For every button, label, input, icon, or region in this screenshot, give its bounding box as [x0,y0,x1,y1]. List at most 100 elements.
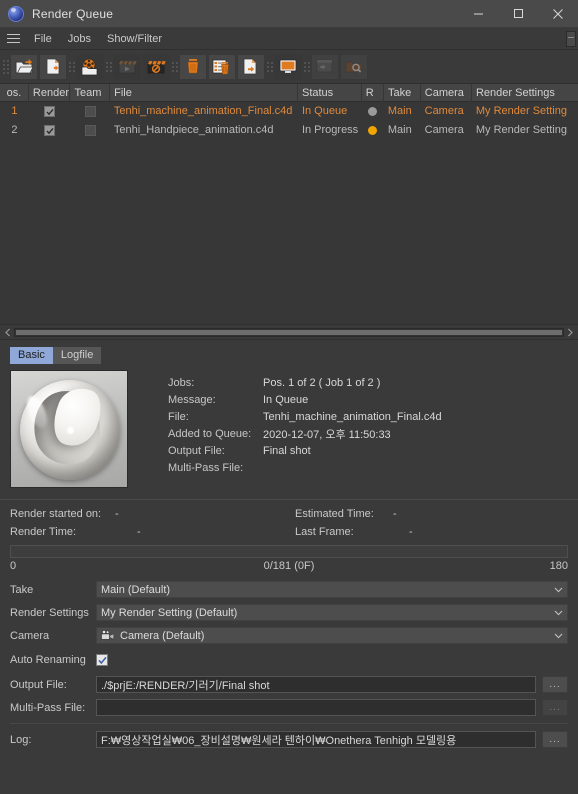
delete-job-button[interactable] [179,53,207,80]
render-status-row-1: Render started on: - Estimated Time: - [10,505,568,523]
render-settings-dropdown[interactable]: My Render Setting (Default) [96,604,568,621]
column-header-render-settings[interactable]: Render Settings [472,84,578,102]
column-header-camera[interactable]: Camera [421,83,472,102]
render-checkbox[interactable] [44,125,56,136]
maximize-button[interactable] [498,0,538,28]
take-dropdown[interactable]: Main (Default) [96,581,568,598]
control-camera: Camera (Default) [96,627,568,644]
horizontal-scrollbar[interactable] [0,324,578,340]
job-table-header: os. Render Team File Status R Take Camer… [0,83,578,102]
render-progress-bar [10,545,568,558]
table-row[interactable]: 2 Tenhi_Handpiece_animation.c4d In Progr… [0,121,578,140]
label-last-frame: Last Frame: [295,526,354,538]
render-queue-window: Render Queue File Jobs Show/Filter os. R… [0,0,578,794]
control-take: Main (Default) [96,581,568,598]
tab-logfile[interactable]: Logfile [52,347,102,364]
team-checkbox[interactable] [84,125,96,136]
job-table-body: 1 Tenhi_machine_animation_Final.c4d In Q… [0,102,578,324]
multipass-file-input[interactable] [96,699,536,716]
meta-value-jobs: Pos. 1 of 2 ( Job 1 of 2 ) [263,376,381,389]
camera-dropdown[interactable]: Camera (Default) [96,627,568,644]
log-browse-button[interactable]: ... [542,731,568,748]
load-batch-render-button[interactable] [76,53,104,80]
cell-status-dot [362,121,384,140]
table-row[interactable]: 1 Tenhi_machine_animation_Final.c4d In Q… [0,102,578,121]
control-log: F:₩영상작업실₩06_장비설명₩원세라 텐하이₩Onethera Tenhig… [96,731,568,748]
menu-item-show-filter[interactable]: Show/Filter [99,28,170,50]
open-job-button[interactable] [10,53,38,80]
progress-end-frame: 180 [549,560,568,572]
scrollbar-track[interactable] [14,327,564,337]
menu-icon[interactable] [0,28,26,50]
chevron-down-icon [554,610,563,616]
meta-row-file: File: Tenhi_machine_animation_Final.c4d [168,408,442,425]
detail-tabs: Basic Logfile [0,340,578,364]
column-header-status[interactable]: Status [298,83,362,102]
cell-status: In Progress [301,124,359,136]
value-last-frame: - [409,526,413,538]
cell-team-checkbox[interactable] [70,121,110,140]
thumbnail-specular [67,427,74,434]
meta-value-added-to-queue: 2020-12-07, 오후 11:50:33 [263,428,391,441]
show-render-window-button[interactable] [274,53,302,80]
export-job-button[interactable] [237,53,265,80]
column-header-take[interactable]: Take [384,83,421,102]
column-header-pos[interactable]: os. [0,83,29,102]
take-value: Main (Default) [101,583,171,596]
render-checkbox[interactable] [44,106,56,117]
add-job-button[interactable] [39,53,67,80]
meta-row-output-file: Output File: Final shot [168,442,442,459]
label-camera: Camera [10,629,50,642]
label-log: Log: [10,733,32,746]
toolbar-grip-5[interactable] [266,55,274,79]
output-file-input[interactable]: ./$prjE:/RENDER/기러기/Final shot [96,676,536,693]
start-rendering-button[interactable] [113,53,141,80]
tab-basic[interactable]: Basic [10,347,53,364]
control-multipass-file: ... [96,699,568,716]
output-file-browse-button[interactable]: ... [542,676,568,693]
toolbar-grip-6[interactable] [303,55,311,79]
form-row-render-settings: Render Settings My Render Setting (Defau… [0,601,578,624]
cell-render-checkbox[interactable] [29,102,70,121]
scroll-right-arrow[interactable] [564,325,576,339]
toolbar-grip-3[interactable] [105,55,113,79]
close-button[interactable] [538,0,578,28]
column-header-team[interactable]: Team [70,83,111,102]
toolbar-grip-2[interactable] [68,55,76,79]
cell-take: Main [387,124,412,136]
control-auto-renaming [96,654,108,666]
open-render-output-button[interactable] [311,53,339,80]
cell-team-checkbox[interactable] [70,102,110,121]
menu-overflow-handle[interactable] [566,31,576,47]
menu-item-jobs[interactable]: Jobs [60,28,99,50]
cell-render-checkbox[interactable] [29,121,70,140]
inspect-render-button[interactable] [340,53,368,80]
value-render-started-on: - [115,508,119,520]
column-header-file[interactable]: File [110,83,298,102]
team-checkbox[interactable] [84,106,96,117]
clear-finished-button[interactable] [208,53,236,80]
toolbar-grip-4[interactable] [171,55,179,79]
log-input[interactable]: F:₩영상작업실₩06_장비설명₩원세라 텐하이₩Onethera Tenhig… [96,731,536,748]
progress-start-frame: 0 [10,560,17,572]
label-output-file: Output File: [10,678,67,691]
meta-label-message: Message: [168,393,216,406]
stop-rendering-button[interactable] [142,53,170,80]
progress-count: 0/181 (0F) [263,560,315,572]
column-header-render[interactable]: Render [29,83,71,102]
scrollbar-thumb[interactable] [16,329,562,335]
menu-item-file[interactable]: File [26,28,60,50]
meta-label-output-file: Output File: [168,444,225,457]
toolbar-group-file [10,53,68,80]
scroll-left-arrow[interactable] [2,325,14,339]
multipass-file-browse-button[interactable]: ... [542,699,568,716]
column-header-r[interactable]: R [362,83,385,102]
toolbar-grip[interactable] [2,55,10,79]
value-render-time: - [137,526,141,538]
job-table: os. Render Team File Status R Take Camer… [0,83,578,340]
toolbar-group-inspect [311,53,369,80]
minimize-button[interactable] [458,0,498,28]
toolbar-group-batch [76,53,105,80]
auto-renaming-checkbox[interactable] [96,654,108,666]
status-indicator-dot [368,126,378,135]
